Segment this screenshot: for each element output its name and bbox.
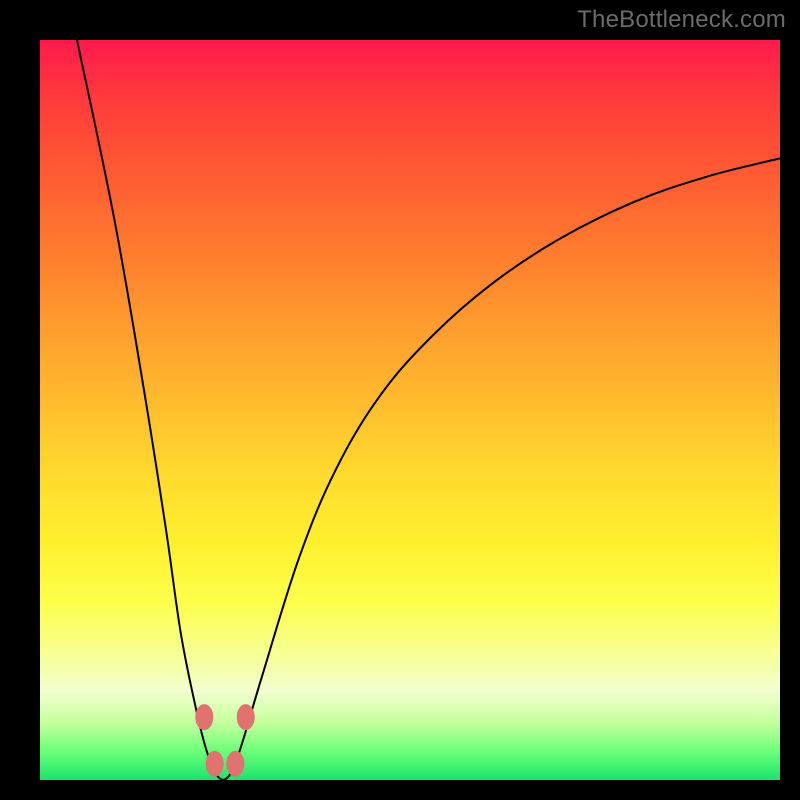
bottleneck-curve — [77, 40, 780, 780]
plot-area — [40, 40, 780, 780]
curve-marker — [206, 751, 224, 777]
curve-marker — [226, 751, 244, 777]
chart-frame: TheBottleneck.com — [0, 0, 800, 800]
curve-marker — [237, 704, 255, 730]
plot-svg — [40, 40, 780, 780]
curve-marker — [195, 704, 213, 730]
watermark-text: TheBottleneck.com — [577, 6, 786, 34]
